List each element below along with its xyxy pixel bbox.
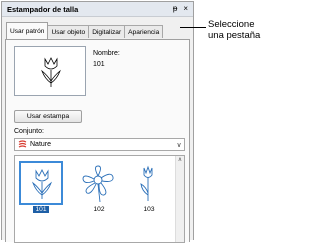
pattern-grid: 101 102 103 ∧ <box>14 155 185 243</box>
name-value: 101 <box>93 61 105 68</box>
tab-appearance[interactable]: Apariencia <box>124 25 164 38</box>
tab-use-object[interactable]: Usar objeto <box>47 25 90 38</box>
chevron-down-icon[interactable]: ∨ <box>174 141 184 149</box>
stamp-panel: Estampador de talla ᵽ × Usar patrón Usar… <box>1 1 194 243</box>
set-select[interactable]: Nature ∨ <box>14 138 185 151</box>
nature-set-icon <box>18 140 27 148</box>
panel-title: Estampador de talla <box>7 4 79 14</box>
callout-line-1: Seleccione <box>208 19 255 30</box>
panel-titlebar: Estampador de talla ᵽ × <box>2 2 193 17</box>
tab-digitize[interactable]: Digitalizar <box>88 25 126 38</box>
pattern-thumb-102[interactable] <box>75 161 119 205</box>
name-label: Nombre: <box>93 50 120 57</box>
pattern-preview <box>14 46 86 96</box>
pattern-thumb-label: 102 <box>93 206 105 213</box>
scroll-up-icon[interactable]: ∧ <box>176 156 184 165</box>
use-stamp-button[interactable]: Usar estampa <box>14 110 82 123</box>
tab-strip: Usar patrón Usar objeto Digitalizar Apar… <box>2 22 193 39</box>
close-icon[interactable]: × <box>183 5 188 13</box>
tab-content: Nombre: 101 Usar estampa Conjunto: Natur… <box>5 39 190 243</box>
single-tulip-icon <box>140 165 153 201</box>
set-select-value: Nature <box>30 141 52 148</box>
callout-text: Seleccione una pestaña <box>208 19 260 41</box>
tulip-icon <box>32 168 52 199</box>
pattern-thumb-label: 101 <box>33 206 49 213</box>
flower-icon <box>82 165 114 203</box>
callout-line-2: una pestaña <box>208 30 261 41</box>
callout-line <box>180 27 206 28</box>
pin-icon[interactable]: ᵽ <box>173 5 177 13</box>
pattern-thumb-label: 103 <box>143 206 155 213</box>
set-label: Conjunto: <box>14 128 44 135</box>
grid-scrollbar[interactable]: ∧ <box>175 156 184 242</box>
tab-use-pattern[interactable]: Usar patrón <box>6 22 49 39</box>
tulip-icon <box>41 57 61 87</box>
pattern-thumb-103[interactable] <box>127 161 171 205</box>
pattern-thumb-101[interactable] <box>19 161 63 205</box>
